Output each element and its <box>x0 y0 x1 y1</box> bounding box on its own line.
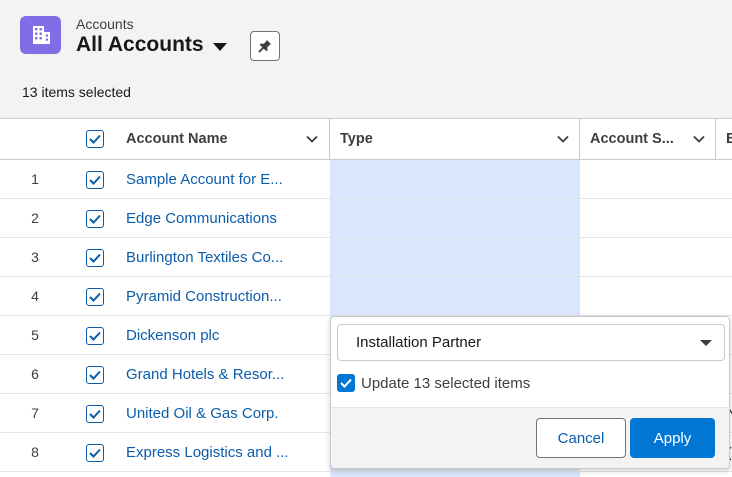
cancel-button[interactable]: Cancel <box>536 418 626 458</box>
apply-button[interactable]: Apply <box>630 418 715 458</box>
list-view-switcher[interactable]: All Accounts <box>76 33 227 57</box>
table-header: Account Name Type Account S... B <box>0 119 732 160</box>
row-checkbox[interactable] <box>86 171 104 189</box>
row-checkbox[interactable] <box>86 288 104 306</box>
account-name-link[interactable]: Sample Account for E... <box>126 160 301 198</box>
table-row[interactable]: 4 Pyramid Construction... <box>0 277 732 316</box>
page-header: Accounts All Accounts 13 items selected <box>0 0 732 118</box>
check-icon <box>89 370 101 380</box>
select-all-wrap <box>86 119 104 159</box>
row-checkbox[interactable] <box>86 366 104 384</box>
column-divider[interactable] <box>579 119 580 159</box>
caret-down-icon <box>700 340 712 346</box>
check-icon <box>89 253 101 263</box>
picklist-value: Installation Partner <box>356 334 482 351</box>
row-number: 6 <box>31 366 39 382</box>
table-row[interactable]: 3 Burlington Textiles Co... <box>0 238 732 277</box>
account-name-link[interactable]: Grand Hotels & Resor... <box>126 355 301 393</box>
row-number: 7 <box>31 405 39 421</box>
check-icon <box>89 134 101 144</box>
check-icon <box>89 214 101 224</box>
chevron-down-icon[interactable] <box>692 132 706 146</box>
chevron-down-icon[interactable] <box>556 132 570 146</box>
inline-edit-popover: Installation Partner Update 13 selected … <box>330 316 730 469</box>
table-row[interactable]: 2 Edge Communications <box>0 199 732 238</box>
row-checkbox[interactable] <box>86 327 104 345</box>
update-selected-option[interactable]: Update 13 selected items <box>337 374 530 392</box>
page-title: All Accounts <box>76 33 204 56</box>
pin-list-view-button[interactable] <box>250 31 280 61</box>
row-number: 4 <box>31 288 39 304</box>
account-name-link[interactable]: Edge Communications <box>126 199 301 237</box>
chevron-down-icon[interactable] <box>305 132 319 146</box>
column-divider[interactable] <box>715 119 716 159</box>
selection-status: 13 items selected <box>22 84 131 100</box>
check-icon <box>89 331 101 341</box>
account-name-link[interactable]: Dickenson plc <box>126 316 301 354</box>
column-header-account-site[interactable]: Account S... <box>590 119 674 159</box>
column-header-type[interactable]: Type <box>340 119 373 159</box>
type-picklist[interactable]: Installation Partner <box>337 324 725 361</box>
check-icon <box>89 175 101 185</box>
check-icon <box>89 448 101 458</box>
row-number: 1 <box>31 171 39 187</box>
accounts-icon <box>20 16 61 54</box>
check-icon <box>89 409 101 419</box>
row-number: 2 <box>31 210 39 226</box>
row-checkbox[interactable] <box>86 249 104 267</box>
object-label: Accounts <box>76 16 134 32</box>
account-name-link[interactable]: Burlington Textiles Co... <box>126 238 301 276</box>
update-selected-checkbox[interactable] <box>337 374 355 392</box>
pin-icon <box>258 39 272 53</box>
popover-footer: Cancel Apply <box>331 407 729 468</box>
row-checkbox[interactable] <box>86 210 104 228</box>
check-icon <box>340 378 352 388</box>
check-icon <box>89 292 101 302</box>
column-header-partial[interactable]: B <box>726 119 732 159</box>
column-divider[interactable] <box>329 119 330 159</box>
row-checkbox[interactable] <box>86 444 104 462</box>
row-number: 3 <box>31 249 39 265</box>
select-all-checkbox[interactable] <box>86 130 104 148</box>
update-selected-label: Update 13 selected items <box>361 374 531 392</box>
account-name-link[interactable]: United Oil & Gas Corp. <box>126 394 301 432</box>
account-name-link[interactable]: Pyramid Construction... <box>126 277 301 315</box>
table-row[interactable]: 1 Sample Account for E... <box>0 160 732 199</box>
accounts-table: Account Name Type Account S... B 1 Sampl… <box>0 118 732 477</box>
row-checkbox[interactable] <box>86 405 104 423</box>
column-header-account-name[interactable]: Account Name <box>126 119 228 159</box>
account-name-link[interactable]: Express Logistics and ... <box>126 433 301 471</box>
row-number: 5 <box>31 327 39 343</box>
row-number: 8 <box>31 444 39 460</box>
caret-down-icon[interactable] <box>212 42 227 51</box>
